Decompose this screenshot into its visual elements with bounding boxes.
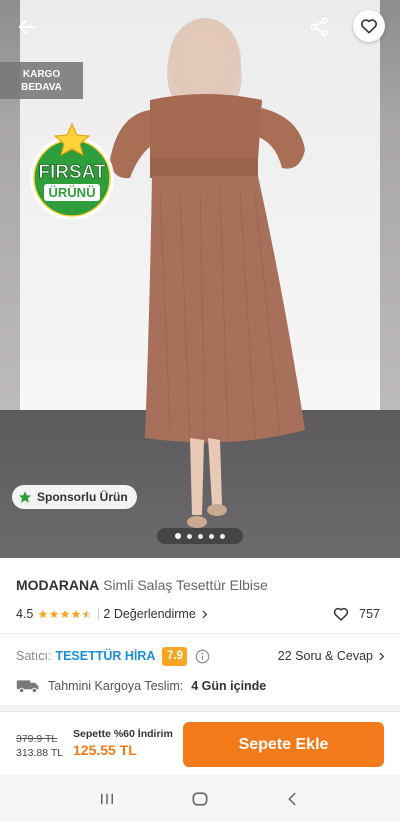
star-icon [61,609,70,619]
seller-label: Satıcı: [16,649,52,663]
basket-discount-price: 125.55 TL [73,742,137,758]
recent-apps-button[interactable] [87,779,127,819]
star-half-icon [83,609,92,619]
seller-name-link[interactable]: TESETTÜR HİRA [55,649,155,663]
add-to-cart-button[interactable]: Sepete Ekle [183,722,384,767]
product-name: Simli Salaş Tesettür Elbise [103,577,268,593]
basket-discount-label: Sepette %60 İndirim [73,728,173,740]
free-shipping-line1: KARGO [22,68,61,80]
home-icon [192,791,208,806]
brand-name[interactable]: MODARANA [16,577,99,593]
reviews-label: 2 Değerlendirme [103,607,196,621]
share-button[interactable] [304,12,334,42]
pagination-dot[interactable] [209,533,214,539]
star-icon [72,609,81,619]
heart-outline-icon [333,607,349,621]
opportunity-line1: FIRSAT [38,162,106,183]
free-shipping-badge: KARGO BEDAVA [0,62,83,99]
seller-score-badge: 7.9 [162,646,188,666]
opportunity-badge-graphic: FIRSAT ÜRÜNÜ [30,122,114,220]
share-icon [310,17,328,37]
heart-outline-icon [361,19,377,34]
star-icon [39,609,48,619]
opportunity-line2: ÜRÜNÜ [49,185,96,200]
favorite-count[interactable]: 757 [332,604,380,624]
chevron-left-icon [288,791,297,806]
chevron-right-icon [379,652,385,660]
delivery-estimate: Tahmini Kargoya Teslim: 4 Gün içinde [16,676,266,696]
pagination-dot[interactable] [187,533,192,539]
basket-discount: Sepette %60 İndirim 125.55 TL [73,728,173,758]
price-block: 379.9 TL 313.88 TL [16,732,63,760]
star-icon [18,491,32,503]
sponsored-label: Sponsorlu Ürün [37,490,128,504]
original-price: 379.9 TL [16,733,58,745]
pagination-dot[interactable] [220,533,225,539]
favorite-button[interactable] [353,10,385,42]
system-navigation-bar [0,775,400,822]
reviews-link[interactable]: 2 Değerlendirme [103,607,208,621]
back-button[interactable] [12,12,42,42]
sponsored-badge: Sponsorlu Ürün [12,485,137,509]
product-image-gallery[interactable]: KARGO BEDAVA FIRSAT ÜRÜNÜ Sponsorlu Ürün [0,0,400,558]
opportunity-badge: FIRSAT ÜRÜNÜ [24,122,120,222]
rating-value: 4.5 [16,607,34,621]
discounted-price: 313.88 TL [16,747,64,759]
pagination-dot[interactable] [198,533,203,539]
divider [0,633,400,634]
separator [98,608,100,620]
home-button[interactable] [180,779,220,819]
pagination-dot[interactable] [175,533,181,539]
questions-label: 22 Soru & Cevap [277,649,373,663]
buy-bar: 379.9 TL 313.88 TL Sepette %60 İndirim 1… [0,711,400,775]
seller-row: Satıcı: TESETTÜR HİRA 7.9 22 Soru & Ceva… [16,645,386,667]
product-title: MODARANA Simli Salaş Tesettür Elbise [16,577,268,593]
image-pagination[interactable] [157,528,243,544]
delivery-value: 4 Gün içinde [191,679,267,693]
rating-row: 4.5 2 Değerlendirme 757 [16,604,384,624]
free-shipping-line2: BEDAVA [21,81,62,93]
recent-apps-icon [100,793,113,804]
truck-icon [16,680,39,694]
info-icon[interactable] [195,649,210,664]
system-back-button[interactable] [273,779,313,819]
delivery-label: Tahmini Kargoya Teslim: [48,679,184,693]
star-icon [50,609,59,619]
favorite-count-value: 757 [359,607,380,621]
arrow-left-icon [18,19,36,35]
chevron-right-icon [202,610,208,618]
rating-stars [38,609,92,619]
questions-link[interactable]: 22 Soru & Cevap [278,645,386,667]
